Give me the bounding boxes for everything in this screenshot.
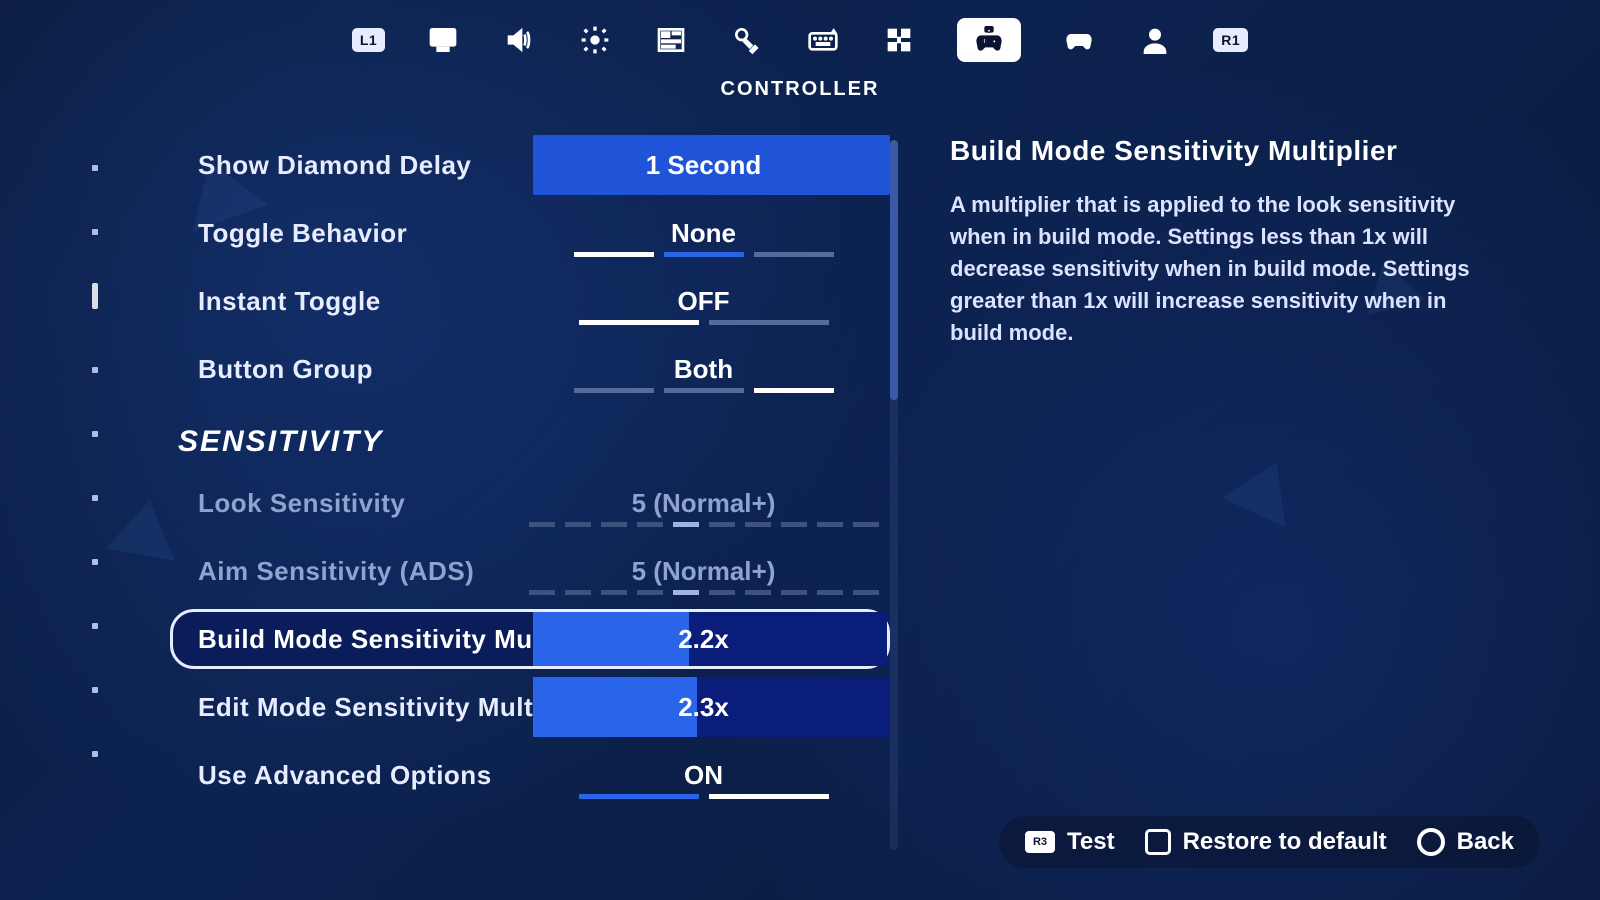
- footer-label: Back: [1457, 828, 1514, 856]
- bumper-left-icon: L1: [352, 28, 385, 52]
- tab-controller-icon[interactable]: [957, 18, 1021, 62]
- setting-label: Build Mode Sensitivity Multipl: [198, 624, 533, 655]
- setting-label: Toggle Behavior: [198, 218, 533, 249]
- setting-label: Button Group: [198, 354, 533, 385]
- setting-label: Instant Toggle: [198, 286, 533, 317]
- tab-touch-icon[interactable]: [729, 22, 765, 58]
- settings-tab-bar: L1 R1: [0, 18, 1600, 62]
- setting-toggle-behavior[interactable]: Toggle Behavior None: [170, 203, 890, 263]
- tab-keyboard-icon[interactable]: [805, 22, 841, 58]
- description-title: Build Mode Sensitivity Multiplier: [950, 135, 1500, 167]
- setting-label: Show Diamond Delay: [198, 150, 533, 181]
- active-tab-label: CONTROLLER: [0, 78, 1600, 101]
- tab-display-icon[interactable]: [425, 22, 461, 58]
- setting-button-group[interactable]: Button Group Both: [170, 339, 890, 399]
- setting-instant-toggle[interactable]: Instant Toggle OFF: [170, 271, 890, 331]
- setting-aim-sensitivity[interactable]: Aim Sensitivity (ADS) 5 (Normal+): [170, 541, 890, 601]
- description-body: A multiplier that is applied to the look…: [950, 189, 1500, 348]
- tab-account-icon[interactable]: [1137, 22, 1173, 58]
- footer-label: Restore to default: [1183, 828, 1387, 856]
- setting-value: OFF: [678, 286, 730, 317]
- tab-gamepad-icon[interactable]: [1061, 22, 1097, 58]
- setting-show-diamond-delay[interactable]: Show Diamond Delay 1 Second: [170, 135, 890, 195]
- footer-actions: R3 Test Restore to default Back: [999, 816, 1540, 868]
- setting-use-advanced-options[interactable]: Use Advanced Options ON: [170, 745, 890, 805]
- settings-scrollbar[interactable]: [890, 140, 898, 850]
- setting-value: 2.3x: [678, 692, 729, 723]
- bumper-right-icon: R1: [1213, 28, 1248, 52]
- setting-label: Aim Sensitivity (ADS): [198, 556, 533, 587]
- footer-label: Test: [1067, 828, 1115, 856]
- tab-graphics-icon[interactable]: [577, 22, 613, 58]
- restore-default-button[interactable]: Restore to default: [1145, 828, 1387, 856]
- tab-audio-icon[interactable]: [501, 22, 537, 58]
- tab-controller-layout-icon[interactable]: [881, 22, 917, 58]
- setting-value: 1 Second: [646, 150, 762, 181]
- circle-button-icon: [1417, 828, 1445, 856]
- section-rail: [92, 165, 98, 757]
- setting-value: Both: [674, 354, 733, 385]
- setting-value: ON: [684, 760, 723, 791]
- settings-list: Show Diamond Delay 1 Second Toggle Behav…: [170, 135, 890, 813]
- square-button-icon: [1145, 829, 1171, 855]
- setting-value: 5 (Normal+): [632, 556, 776, 587]
- setting-look-sensitivity[interactable]: Look Sensitivity 5 (Normal+): [170, 473, 890, 533]
- back-button[interactable]: Back: [1417, 828, 1514, 856]
- setting-label: Use Advanced Options: [198, 760, 533, 791]
- setting-description: Build Mode Sensitivity Multiplier A mult…: [950, 135, 1500, 348]
- test-button[interactable]: R3 Test: [1025, 828, 1115, 856]
- section-rail-active: [92, 283, 98, 309]
- section-header-sensitivity: SENSITIVITY: [170, 407, 890, 473]
- setting-value: 5 (Normal+): [632, 488, 776, 519]
- setting-build-mode-sensitivity[interactable]: Build Mode Sensitivity Multipl 2.2x: [170, 609, 890, 669]
- setting-label: Look Sensitivity: [198, 488, 533, 519]
- tab-hud-icon[interactable]: [653, 22, 689, 58]
- r3-key-icon: R3: [1025, 831, 1055, 853]
- setting-value: None: [671, 218, 736, 249]
- setting-value: 2.2x: [678, 624, 729, 655]
- scrollbar-thumb[interactable]: [890, 140, 898, 400]
- setting-label: Edit Mode Sensitivity Multipli: [198, 692, 533, 723]
- setting-edit-mode-sensitivity[interactable]: Edit Mode Sensitivity Multipli 2.3x: [170, 677, 890, 737]
